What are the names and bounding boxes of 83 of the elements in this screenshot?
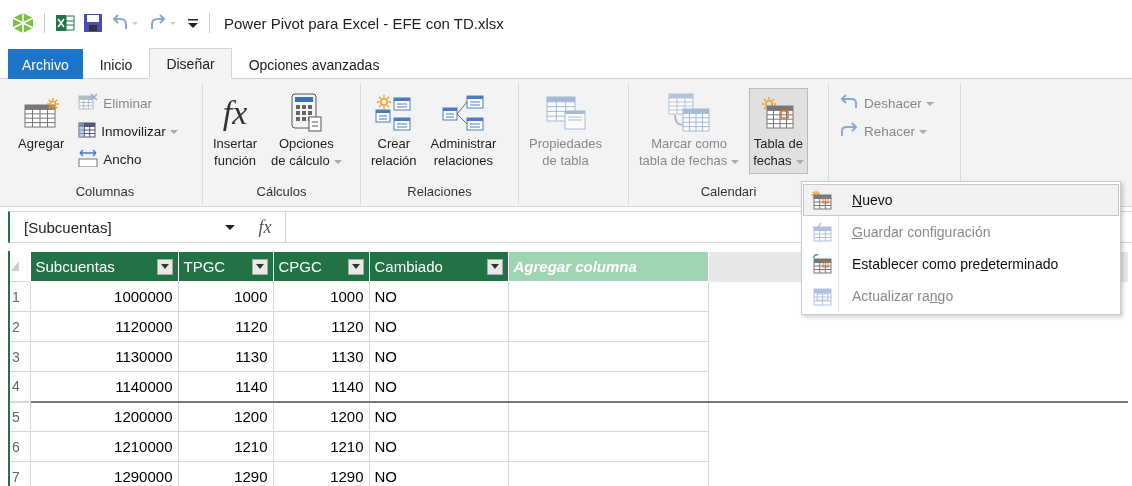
row-number: 7	[10, 461, 30, 486]
date-table-mark-icon	[667, 93, 712, 133]
column-header[interactable]: TPGC	[178, 251, 273, 282]
ribbon-tab[interactable]: Opciones avanzadas	[231, 49, 397, 79]
table-cell: 1120000	[30, 311, 178, 342]
table-cell: 1130	[178, 341, 273, 372]
undo-icon	[839, 93, 859, 110]
column-title: CPGC	[278, 258, 322, 275]
save-icon	[83, 13, 103, 33]
table-cell: NO	[369, 311, 508, 342]
table-cell: 1210	[273, 431, 369, 462]
menu-item[interactable]: Establecer como predeterminado	[803, 248, 1119, 280]
new-date-table-icon	[811, 190, 833, 210]
set-default-icon	[811, 254, 833, 274]
row-number: 4	[10, 371, 30, 402]
table-cell: 1000	[273, 281, 369, 312]
table-cell: 1000000	[30, 281, 178, 312]
table-delete-icon	[78, 92, 99, 111]
manage-relationships-icon	[441, 94, 486, 132]
column-width-icon	[78, 148, 99, 167]
filter-dropdown-icon[interactable]	[486, 258, 503, 275]
table-cell: 1210	[178, 431, 273, 462]
filter-dropdown-icon[interactable]	[251, 258, 268, 275]
table-cell: 1120	[273, 311, 369, 342]
group-label: Columnas	[75, 184, 135, 199]
table-cell: 1140	[273, 371, 369, 402]
table-cell: 1130000	[30, 341, 178, 372]
table-cell: 1210000	[30, 431, 178, 462]
row-number: 5	[10, 401, 30, 432]
filter-dropdown-icon[interactable]	[347, 258, 364, 275]
group-label: Relaciones	[407, 184, 472, 199]
select-all-corner-icon	[10, 259, 20, 272]
table-cell: 1200000	[30, 401, 178, 432]
table-cell: 1130	[273, 341, 369, 372]
column-header[interactable]: CPGC	[273, 251, 369, 282]
row-number: 2	[10, 311, 30, 342]
row-number: 6	[10, 431, 30, 462]
group-label: Calendari	[700, 184, 757, 199]
menu-item[interactable]: Nuevo	[803, 184, 1119, 216]
date-table-icon	[761, 96, 796, 130]
table-cell: NO	[369, 341, 508, 372]
column-title: Subcuentas	[35, 258, 115, 275]
group-label: Cálculos	[256, 184, 307, 199]
update-range-icon	[811, 286, 833, 306]
column-title: TPGC	[183, 258, 226, 275]
redo-icon	[839, 121, 859, 138]
table-cell: 1000	[178, 281, 273, 312]
table-cell: 1200	[178, 401, 273, 432]
ribbon-button[interactable]: Crear relación	[367, 88, 421, 174]
spreadsheet-app-icon	[55, 13, 75, 33]
ribbon-tab[interactable]: Diseñar	[149, 48, 232, 79]
column-header[interactable]: Subcuentas	[30, 251, 178, 282]
calculator-icon	[289, 93, 324, 133]
function-icon: fx	[222, 94, 248, 132]
app-cube-icon	[12, 12, 34, 34]
window-title: Power Pivot para Excel - EFE con TD.xlsx	[224, 14, 504, 32]
ribbon-button[interactable]: Agregar	[14, 88, 69, 174]
ribbon-button[interactable]: fx Insertar función	[209, 88, 262, 174]
table-cell: NO	[369, 281, 508, 312]
freeze-columns-icon	[78, 121, 97, 138]
table-cell: NO	[369, 431, 508, 462]
ribbon-tab[interactable]: Inicio	[82, 49, 150, 79]
table-cell: 1140000	[30, 371, 178, 402]
ribbon-button[interactable]: Tabla de fechas	[749, 88, 808, 174]
filter-dropdown-icon[interactable]	[156, 258, 173, 275]
table-add-icon	[23, 97, 60, 129]
row-number: 3	[10, 341, 30, 372]
table-properties-icon	[544, 95, 587, 131]
ribbon-button[interactable]: Ancho	[74, 146, 182, 172]
table-cell: 1120	[178, 311, 273, 342]
table-cell: 1200	[273, 401, 369, 432]
column-header[interactable]: Cambiado	[369, 251, 508, 282]
table-cell: NO	[369, 401, 508, 432]
column-title: Cambiado	[374, 258, 443, 275]
file-tab[interactable]: Archivo	[8, 49, 83, 79]
ribbon-button[interactable]: Opciones de cálculo	[267, 88, 346, 174]
table-cell: 1140	[178, 371, 273, 402]
create-relationship-icon	[373, 94, 414, 132]
table-cell: NO	[369, 371, 508, 402]
row-number: 1	[10, 281, 30, 312]
ribbon-button[interactable]: Administrar relaciones	[426, 88, 501, 174]
ribbon-button[interactable]: Inmovilizar	[74, 118, 182, 144]
customize-toolbar-icon	[187, 17, 199, 29]
